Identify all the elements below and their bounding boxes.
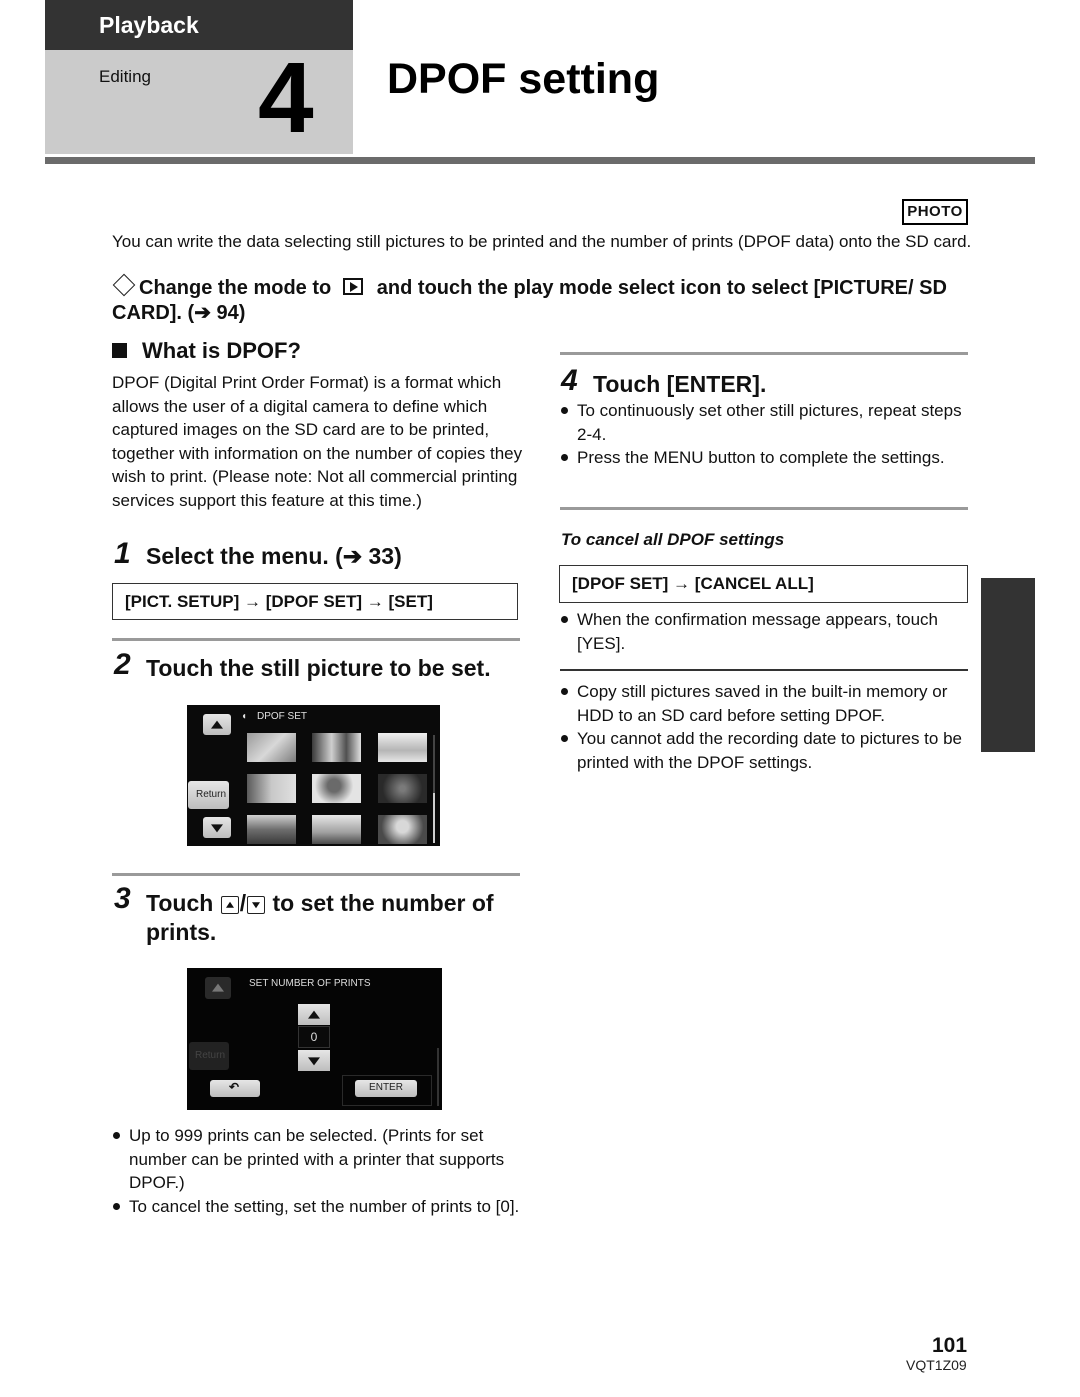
note-item: To continuously set other still pictures…: [560, 399, 970, 446]
enter-label: ENTER: [369, 1082, 403, 1093]
dpof-icon: ◖: [241, 711, 248, 722]
step-4: 4 Touch [ENTER].: [561, 364, 766, 398]
return-button[interactable]: Return: [188, 781, 229, 809]
cancel-notes: When the confirmation message appears, t…: [560, 608, 970, 655]
step-title: Select the menu. (➔ 33): [146, 543, 402, 569]
note-item: Copy still pictures saved in the built-i…: [560, 680, 972, 727]
step-3: 3 Touch / to set the number of prints.: [114, 882, 524, 945]
subsection-label: Editing: [99, 67, 151, 86]
mode-instruction: Change the mode to and touch the play mo…: [112, 273, 982, 326]
step-title-before: Touch: [146, 890, 214, 916]
down-key-icon: [247, 896, 266, 914]
chapter-side-tab: [981, 578, 1035, 752]
divider: [112, 638, 520, 641]
thumbnail[interactable]: [312, 733, 361, 762]
final-notes: Copy still pictures saved in the built-i…: [560, 680, 972, 774]
thumbnail[interactable]: [312, 815, 361, 844]
thumbnail[interactable]: [247, 733, 296, 762]
thumbnail[interactable]: [247, 815, 296, 844]
step-1: 1 Select the menu. (➔ 33): [114, 537, 402, 571]
faded-up-button: [205, 977, 231, 999]
step-2: 2 Touch the still picture to be set.: [114, 648, 491, 682]
photo-mode-badge: PHOTO: [902, 199, 968, 225]
scrollbar[interactable]: [437, 1048, 439, 1106]
up-key-icon: [220, 896, 239, 914]
step-number: 1: [114, 537, 131, 570]
thumbnail[interactable]: [378, 733, 427, 762]
enter-button[interactable]: ENTER: [355, 1080, 417, 1097]
divider: [560, 507, 968, 510]
scrollbar-thumb[interactable]: [433, 793, 435, 843]
step-number: 2: [114, 648, 131, 681]
document-code: VQT1Z09: [906, 1357, 967, 1373]
page-number: 101: [932, 1334, 968, 1357]
screen-title: DPOF SET: [257, 711, 308, 722]
page-title: DPOF setting: [387, 55, 660, 103]
back-button[interactable]: ↶: [210, 1080, 260, 1097]
divider: [112, 873, 520, 876]
header-divider: [45, 157, 1035, 164]
return-label: Return: [196, 789, 227, 800]
thumbnail[interactable]: [247, 774, 296, 803]
note-item: Up to 999 prints can be selected. (Print…: [112, 1124, 527, 1195]
intro-text: You can write the data selecting still p…: [112, 232, 972, 251]
separator: /: [239, 890, 247, 916]
what-is-dpof-body: DPOF (Digital Print Order Format) is a f…: [112, 373, 523, 510]
thumbnail[interactable]: [378, 774, 427, 803]
step-title: Touch [ENTER].: [593, 371, 767, 397]
note-item: You cannot add the recording date to pic…: [560, 727, 972, 774]
step-title-after: to set the number of: [272, 890, 494, 916]
note-item: Press the MENU button to complete the se…: [560, 446, 970, 470]
dpof-set-screen: Return ◖ DPOF SET: [187, 705, 440, 846]
step-title: Touch / to set the number of: [146, 890, 494, 917]
screen-title: SET NUMBER OF PRINTS: [249, 978, 371, 989]
faded-return-button: Return: [189, 1042, 229, 1070]
scroll-up-button[interactable]: [203, 714, 231, 735]
down-arrow-icon: [308, 1056, 320, 1065]
faded-return-label: Return: [195, 1050, 226, 1061]
up-arrow-icon: [308, 1010, 320, 1019]
up-arrow-icon: [211, 720, 223, 729]
step-title: Touch the still picture to be set.: [146, 655, 491, 681]
thumbnail[interactable]: [378, 815, 427, 844]
down-arrow-icon: [211, 823, 223, 832]
step3-notes: Up to 999 prints can be selected. (Print…: [112, 1124, 527, 1218]
set-number-of-prints-screen: Return SET NUMBER OF PRINTS 0 ↶ ENTER: [187, 968, 442, 1110]
divider: [560, 352, 968, 355]
back-arrow-icon: ↶: [229, 1080, 240, 1094]
step4-notes: To continuously set other still pictures…: [560, 399, 970, 470]
cancel-menu-path-box: [DPOF SET] → [CANCEL ALL]: [559, 565, 968, 603]
note-item: When the confirmation message appears, t…: [560, 608, 970, 655]
play-mode-icon: [342, 278, 363, 295]
square-bullet-icon: [112, 343, 127, 358]
note-item: To cancel the setting, set the number of…: [112, 1195, 527, 1219]
cancel-all-heading: To cancel all DPOF settings: [561, 530, 785, 549]
decrease-button[interactable]: [298, 1050, 330, 1071]
thumbnail[interactable]: [312, 774, 361, 803]
menu-path-box: [PICT. SETUP] → [DPOF SET] → [SET]: [112, 583, 518, 620]
print-count-value: 0: [298, 1026, 330, 1048]
section-label: Playback: [99, 12, 199, 38]
step-number: 3: [114, 882, 131, 915]
step-number: 4: [561, 364, 578, 397]
step-title-line2: prints.: [146, 919, 217, 945]
divider: [560, 669, 968, 671]
mode-instruction-before: Change the mode to: [139, 277, 332, 299]
up-arrow-icon: [212, 983, 224, 992]
diamond-bullet-icon: [112, 273, 136, 297]
heading-text: What is DPOF?: [142, 338, 301, 363]
chapter-number: 4: [258, 42, 314, 154]
what-is-dpof-heading: What is DPOF?: [112, 338, 301, 364]
scroll-down-button[interactable]: [203, 817, 231, 838]
increase-button[interactable]: [298, 1004, 330, 1025]
